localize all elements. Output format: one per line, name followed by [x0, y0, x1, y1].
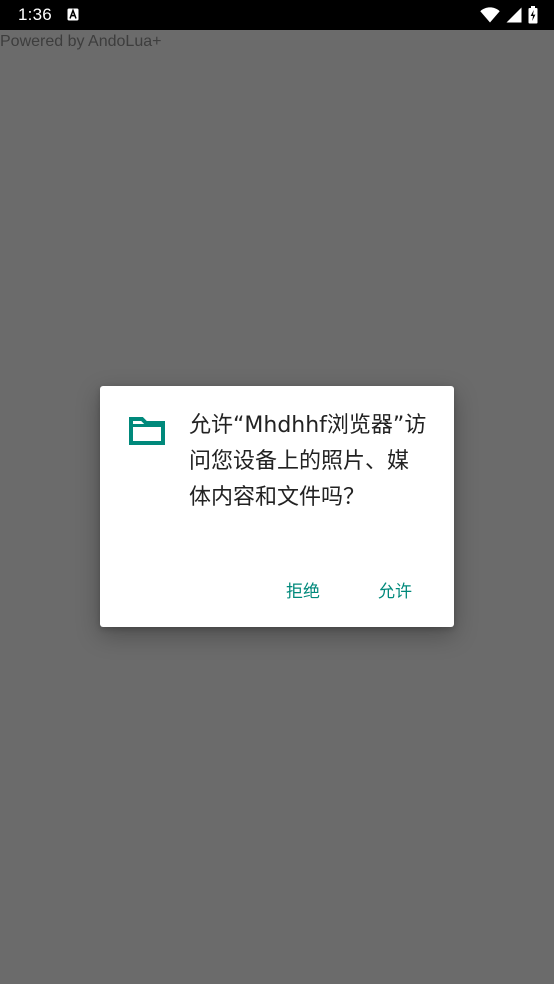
- allow-button[interactable]: 允许: [368, 571, 422, 607]
- folder-icon: [129, 417, 165, 445]
- status-icons: [480, 6, 538, 24]
- dialog-actions: 拒绝 允许: [276, 571, 454, 607]
- status-time: 1:36: [18, 5, 52, 24]
- wifi-icon: [480, 7, 500, 23]
- status-bar: 1:36: [0, 0, 554, 30]
- deny-button[interactable]: 拒绝: [276, 571, 330, 607]
- cellular-signal-icon: [506, 7, 522, 23]
- a-letter-notification-icon: [67, 8, 79, 21]
- dialog-message: 允许“Mhdhhf浏览器”访问您设备上的照片、媒体内容和文件吗？: [189, 413, 427, 510]
- battery-icon: [528, 6, 538, 24]
- permission-dialog: 允许“Mhdhhf浏览器”访问您设备上的照片、媒体内容和文件吗？ 拒绝 允许: [100, 386, 454, 627]
- powered-by-label: Powered by AndoLua+: [0, 33, 162, 50]
